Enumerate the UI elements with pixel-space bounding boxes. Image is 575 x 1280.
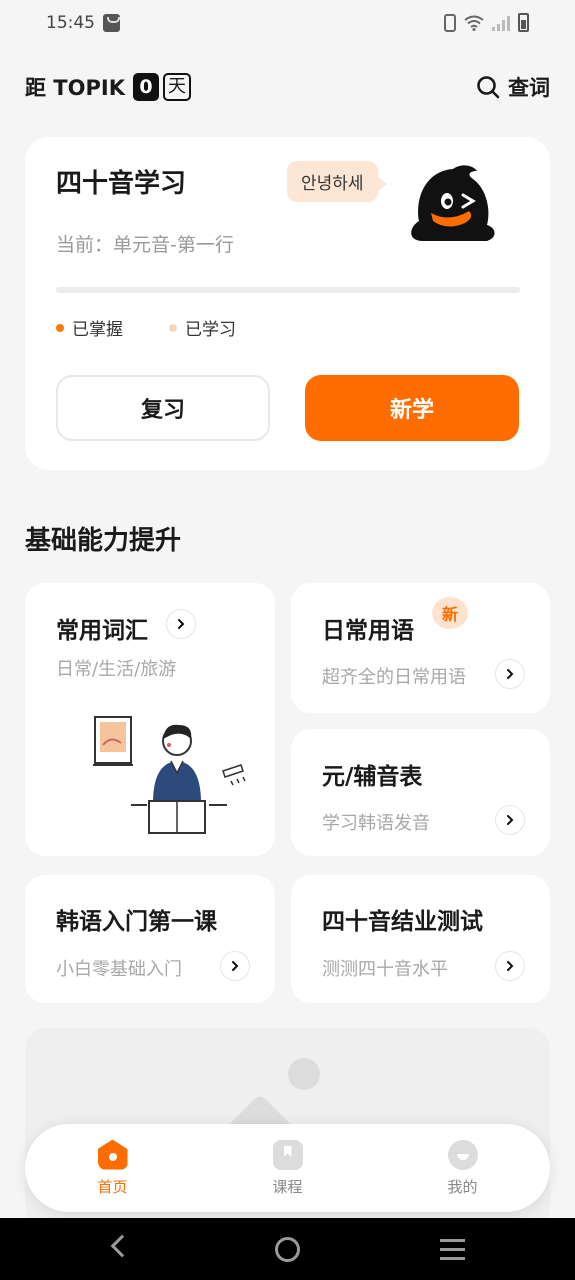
chevron-right-icon[interactable]	[166, 609, 196, 639]
countdown-unit: 天	[162, 73, 191, 101]
status-bar: 15:45	[0, 0, 575, 48]
placeholder-circle	[288, 1058, 320, 1090]
chevron-right-icon[interactable]	[220, 951, 250, 981]
card-common-vocabulary[interactable]: 常用词汇 日常/生活/旅游	[25, 583, 275, 856]
nav-profile-label: 我的	[447, 1177, 478, 1196]
legend-learned: 已学习	[169, 315, 236, 340]
vibrate-icon	[444, 13, 456, 32]
chevron-right-icon[interactable]	[495, 659, 525, 689]
legend-mastered-label: 已掌握	[72, 320, 123, 340]
card-intro-lesson[interactable]: 韩语入门第一课 小白零基础入门	[25, 875, 275, 1003]
profile-icon	[447, 1139, 478, 1170]
card-subtitle: 小白零基础入门	[56, 959, 182, 980]
mastered-dot-icon	[56, 323, 64, 332]
card-title: 四十音结业测试	[322, 909, 483, 935]
back-icon[interactable]	[110, 1234, 134, 1258]
system-icons	[444, 13, 529, 32]
legend-learned-label: 已学习	[185, 320, 236, 340]
section-title: 基础能力提升	[25, 526, 182, 556]
search-icon	[477, 76, 500, 99]
mascot-illustration	[411, 165, 495, 241]
hero-title: 四十音学习	[56, 169, 187, 199]
bottom-navigation: 首页 课程 我的	[25, 1124, 550, 1212]
card-title: 元/辅音表	[322, 764, 423, 790]
lookup-button[interactable]: 查词	[476, 72, 550, 102]
lookup-label: 查词	[508, 76, 550, 100]
chevron-right-icon[interactable]	[495, 951, 525, 981]
recent-apps-icon[interactable]	[440, 1239, 465, 1266]
chevron-right-icon[interactable]	[495, 805, 525, 835]
shopping-bag-icon	[103, 14, 120, 32]
card-hangul-final-test[interactable]: 四十音结业测试 测测四十音水平	[291, 875, 550, 1003]
status-time: 15:45	[46, 13, 95, 33]
nav-courses-label: 课程	[272, 1177, 303, 1196]
countdown-days: 0	[132, 73, 159, 101]
nav-home-label: 首页	[97, 1177, 128, 1196]
review-button[interactable]: 复习	[56, 375, 270, 441]
bookmark-icon	[272, 1139, 303, 1170]
learned-dot-icon	[169, 323, 177, 332]
battery-icon	[518, 13, 529, 32]
nav-courses[interactable]: 课程	[200, 1124, 375, 1212]
card-title: 日常用语	[322, 618, 414, 644]
home-icon	[97, 1139, 128, 1170]
card-vowel-consonant-table[interactable]: 元/辅音表 学习韩语发音	[291, 729, 550, 856]
progress-legend: 已掌握 已学习	[56, 315, 236, 340]
countdown-prefix: 距 TOPIK	[25, 76, 125, 100]
student-illustration	[93, 716, 246, 834]
signal-icon	[492, 15, 510, 31]
hangul-study-card[interactable]: 四十音学习 当前：单元音-第一行 안녕하세 已掌握 已学习 复习 新学	[25, 137, 550, 470]
new-badge: 新	[432, 597, 468, 629]
home-circle-icon[interactable]	[275, 1237, 300, 1262]
current-lesson: 当前：单元音-第一行	[56, 234, 234, 256]
legend-mastered: 已掌握	[56, 315, 123, 340]
nav-profile[interactable]: 我的	[375, 1124, 550, 1212]
card-title: 韩语入门第一课	[56, 909, 217, 935]
speech-bubble: 안녕하세	[287, 161, 387, 202]
new-learn-button[interactable]: 新学	[305, 375, 519, 441]
study-progress-bar	[56, 287, 520, 293]
wifi-icon	[464, 15, 484, 31]
topik-countdown[interactable]: 距 TOPIK 0 天	[25, 72, 191, 102]
card-subtitle: 日常/生活/旅游	[56, 659, 177, 680]
card-subtitle: 超齐全的日常用语	[322, 667, 466, 688]
top-header: 距 TOPIK 0 天 查词	[25, 70, 550, 104]
card-subtitle: 学习韩语发音	[322, 813, 430, 834]
card-daily-phrases[interactable]: 日常用语 新 超齐全的日常用语	[291, 583, 550, 713]
card-title: 常用词汇	[56, 618, 148, 644]
system-navigation-bar	[0, 1218, 575, 1280]
nav-home[interactable]: 首页	[25, 1124, 200, 1212]
card-subtitle: 测测四十音水平	[322, 959, 448, 980]
